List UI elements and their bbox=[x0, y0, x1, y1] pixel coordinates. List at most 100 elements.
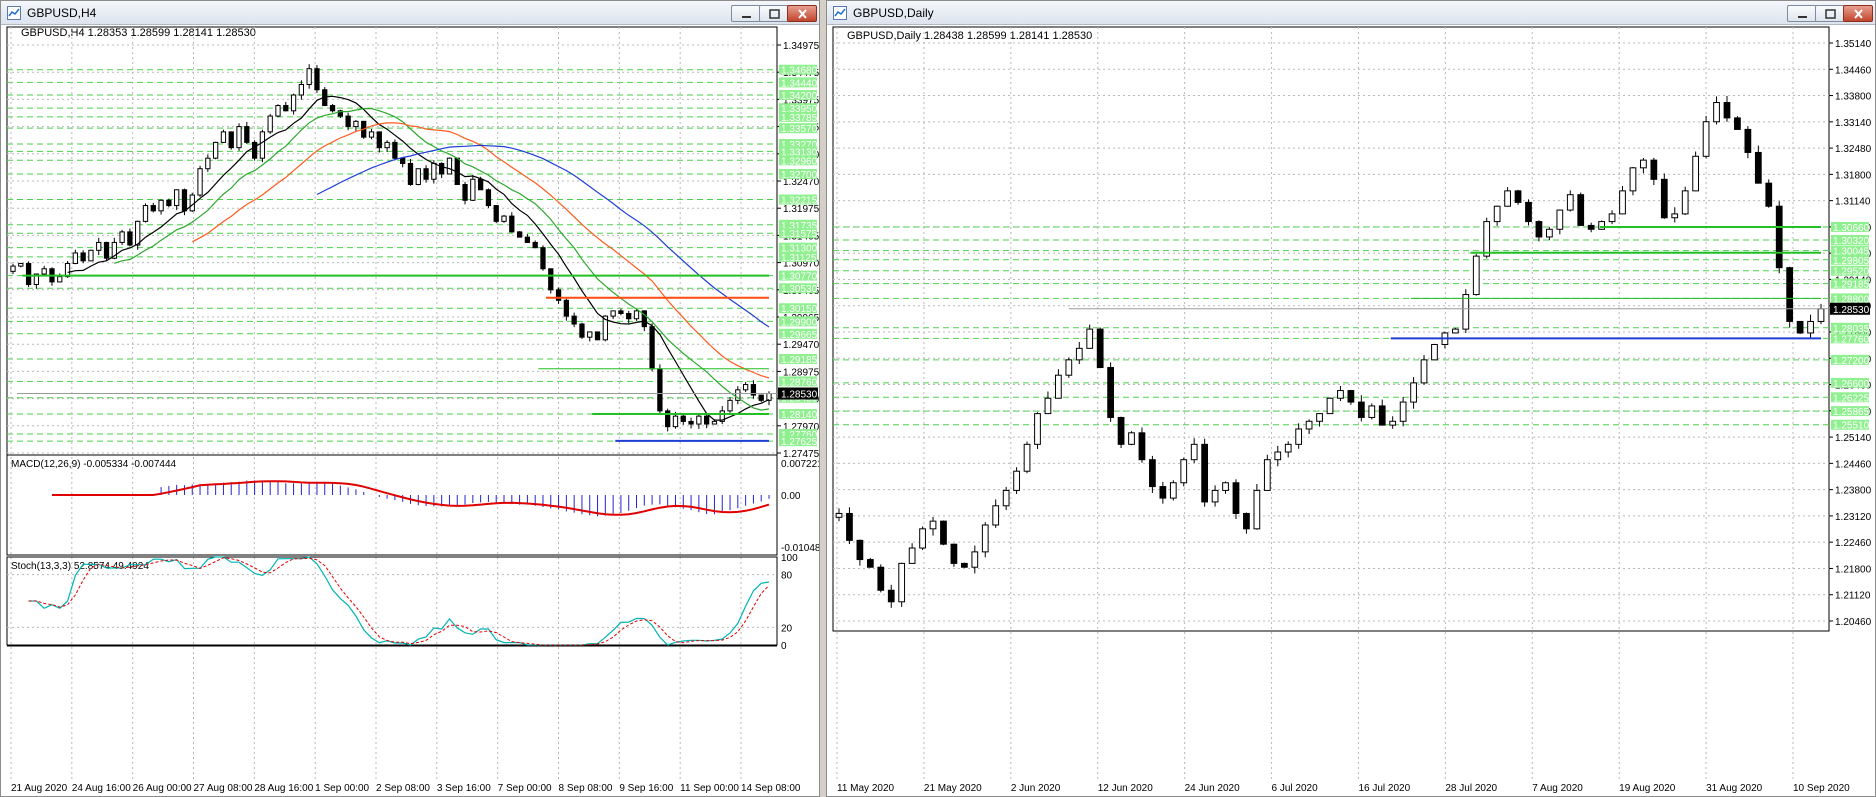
h4-candle-body bbox=[10, 265, 16, 272]
h4-time-label: 27 Aug 08:00 bbox=[194, 783, 253, 794]
daily-price-tick-label: 1.21800 bbox=[1835, 564, 1872, 575]
h4-time-label: 26 Aug 00:00 bbox=[133, 783, 192, 794]
h4-level-label: 1.33570 bbox=[781, 124, 818, 135]
daily-candle-body bbox=[1451, 328, 1459, 334]
restore-button[interactable] bbox=[759, 5, 789, 22]
daily-candle-body bbox=[1681, 190, 1689, 215]
daily-level-label: 1.25510 bbox=[1833, 421, 1870, 432]
daily-candle-body bbox=[1274, 451, 1282, 461]
h4-macd-axis-label: 0.00 bbox=[781, 491, 801, 502]
minimize-button[interactable] bbox=[731, 5, 761, 22]
h4-stoch-axis-label: 0 bbox=[781, 641, 787, 652]
daily-candle-body bbox=[1243, 512, 1250, 530]
h4-chart-area[interactable]: GBPUSD,H4 1.28353 1.28599 1.28141 1.2853… bbox=[1, 25, 819, 796]
daily-candle-body bbox=[992, 505, 1000, 526]
daily-price-tick-label: 1.34460 bbox=[1835, 65, 1872, 76]
h4-level-label: 1.29665 bbox=[781, 330, 818, 341]
daily-candle-body bbox=[919, 528, 926, 549]
h4-price-tick-label: 1.34975 bbox=[783, 41, 819, 52]
h4-candle-body bbox=[485, 189, 492, 207]
daily-level-label: 1.28035 bbox=[1833, 324, 1870, 335]
daily-candle-body bbox=[1577, 194, 1585, 226]
daily-time-label: 6 Jul 2020 bbox=[1272, 783, 1319, 794]
h4-candle-body bbox=[25, 262, 32, 286]
daily-time-label: 31 Aug 2020 bbox=[1706, 783, 1763, 794]
h4-candle-body bbox=[376, 131, 382, 149]
h4-candle-body bbox=[150, 205, 156, 212]
h4-candle-body bbox=[166, 199, 172, 207]
h4-candle-body bbox=[587, 331, 593, 338]
h4-candle-body bbox=[626, 312, 632, 320]
daily-level-label: 1.29185 bbox=[1833, 280, 1870, 291]
h4-candle-body bbox=[704, 415, 710, 425]
h4-candle-body bbox=[345, 115, 351, 128]
h4-stoch-axis-label: 100 bbox=[781, 553, 798, 564]
daily-level-label: 1.30660 bbox=[1833, 223, 1870, 234]
daily-candle-body bbox=[1472, 255, 1480, 296]
h4-level-label: 1.32700 bbox=[781, 170, 818, 181]
h4-level-label: 1.29185 bbox=[781, 355, 818, 366]
daily-candle-body bbox=[950, 543, 958, 564]
daily-time-label: 2 Jun 2020 bbox=[1011, 783, 1061, 794]
h4-candle-body bbox=[524, 236, 531, 243]
chart-window-h4[interactable]: GBPUSD,H4 GBPUSD,H4 1.28353 1.28599 1.28… bbox=[0, 0, 820, 797]
h4-candle-body bbox=[727, 399, 733, 412]
h4-level-label: 1.28760 bbox=[781, 377, 818, 388]
daily-candle-body bbox=[981, 524, 989, 553]
window-titlebar[interactable]: GBPUSD,H4 bbox=[1, 1, 819, 25]
h4-candle-body bbox=[384, 141, 390, 149]
daily-candle-body bbox=[1002, 489, 1010, 507]
daily-candle-body bbox=[1065, 359, 1073, 376]
h4-candle-body bbox=[446, 157, 453, 175]
chart-window-icon bbox=[833, 6, 847, 20]
close-button[interactable] bbox=[787, 5, 817, 22]
h4-candle-body bbox=[649, 326, 655, 370]
daily-chart-area[interactable]: GBPUSD,Daily 1.28438 1.28599 1.28141 1.2… bbox=[827, 25, 1875, 796]
daily-candle-body bbox=[1117, 416, 1125, 445]
h4-candle-body bbox=[548, 268, 554, 291]
h4-level-label: 1.30770 bbox=[781, 272, 818, 283]
daily-candle-body bbox=[929, 520, 937, 530]
daily-candle-body bbox=[1420, 359, 1428, 384]
daily-candle-body bbox=[1483, 221, 1491, 257]
daily-candle-body bbox=[1107, 367, 1114, 418]
daily-candle-body bbox=[1128, 432, 1135, 445]
h4-macd-axis-label: 0.007221 bbox=[781, 459, 819, 470]
close-icon bbox=[798, 9, 807, 19]
daily-candle-body bbox=[1075, 347, 1083, 361]
daily-price-tick-label: 1.35140 bbox=[1835, 39, 1872, 50]
daily-candle-body bbox=[1587, 224, 1595, 230]
chart-window-daily[interactable]: GBPUSD,Daily GBPUSD,Daily 1.28438 1.2859… bbox=[826, 0, 1876, 797]
restore-button[interactable] bbox=[1815, 5, 1845, 22]
h4-candle-body bbox=[742, 384, 749, 391]
h4-candle-body bbox=[353, 120, 359, 128]
daily-candle-body bbox=[1796, 320, 1804, 334]
h4-candle-body bbox=[251, 141, 258, 159]
daily-candle-body bbox=[1754, 151, 1762, 184]
h4-candle-body bbox=[540, 247, 546, 270]
h4-candle-body bbox=[127, 231, 133, 246]
daily-current-price-label: 1.28530 bbox=[1833, 305, 1870, 316]
daily-time-label: 11 May 2020 bbox=[837, 783, 895, 794]
h4-candle-body bbox=[275, 105, 281, 117]
daily-level-label: 1.27200 bbox=[1833, 356, 1870, 367]
close-button[interactable] bbox=[1843, 5, 1873, 22]
daily-candle-body bbox=[1337, 390, 1344, 399]
h4-level-label: 1.31575 bbox=[781, 229, 818, 240]
chart-window-icon bbox=[7, 6, 21, 20]
daily-candle-body bbox=[1389, 420, 1397, 426]
restore-icon bbox=[769, 9, 780, 19]
h4-level-label: 1.34200 bbox=[781, 91, 818, 102]
chart-info-label: GBPUSD,H4 1.28353 1.28599 1.28141 1.2853… bbox=[21, 27, 256, 39]
daily-candle-body bbox=[1138, 432, 1146, 461]
daily-price-tick-label: 1.20460 bbox=[1835, 617, 1872, 628]
daily-candle-body bbox=[1608, 213, 1616, 223]
daily-price-tick-label: 1.23800 bbox=[1835, 486, 1872, 497]
h4-level-label: 1.34440 bbox=[781, 78, 818, 89]
h4-current-price-label: 1.28530 bbox=[781, 390, 818, 401]
h4-time-label: 14 Sep 08:00 bbox=[741, 783, 801, 794]
daily-candle-body bbox=[1744, 128, 1752, 153]
minimize-button[interactable] bbox=[1787, 5, 1817, 22]
window-titlebar[interactable]: GBPUSD,Daily bbox=[827, 1, 1875, 25]
daily-candle-body bbox=[1034, 413, 1041, 445]
